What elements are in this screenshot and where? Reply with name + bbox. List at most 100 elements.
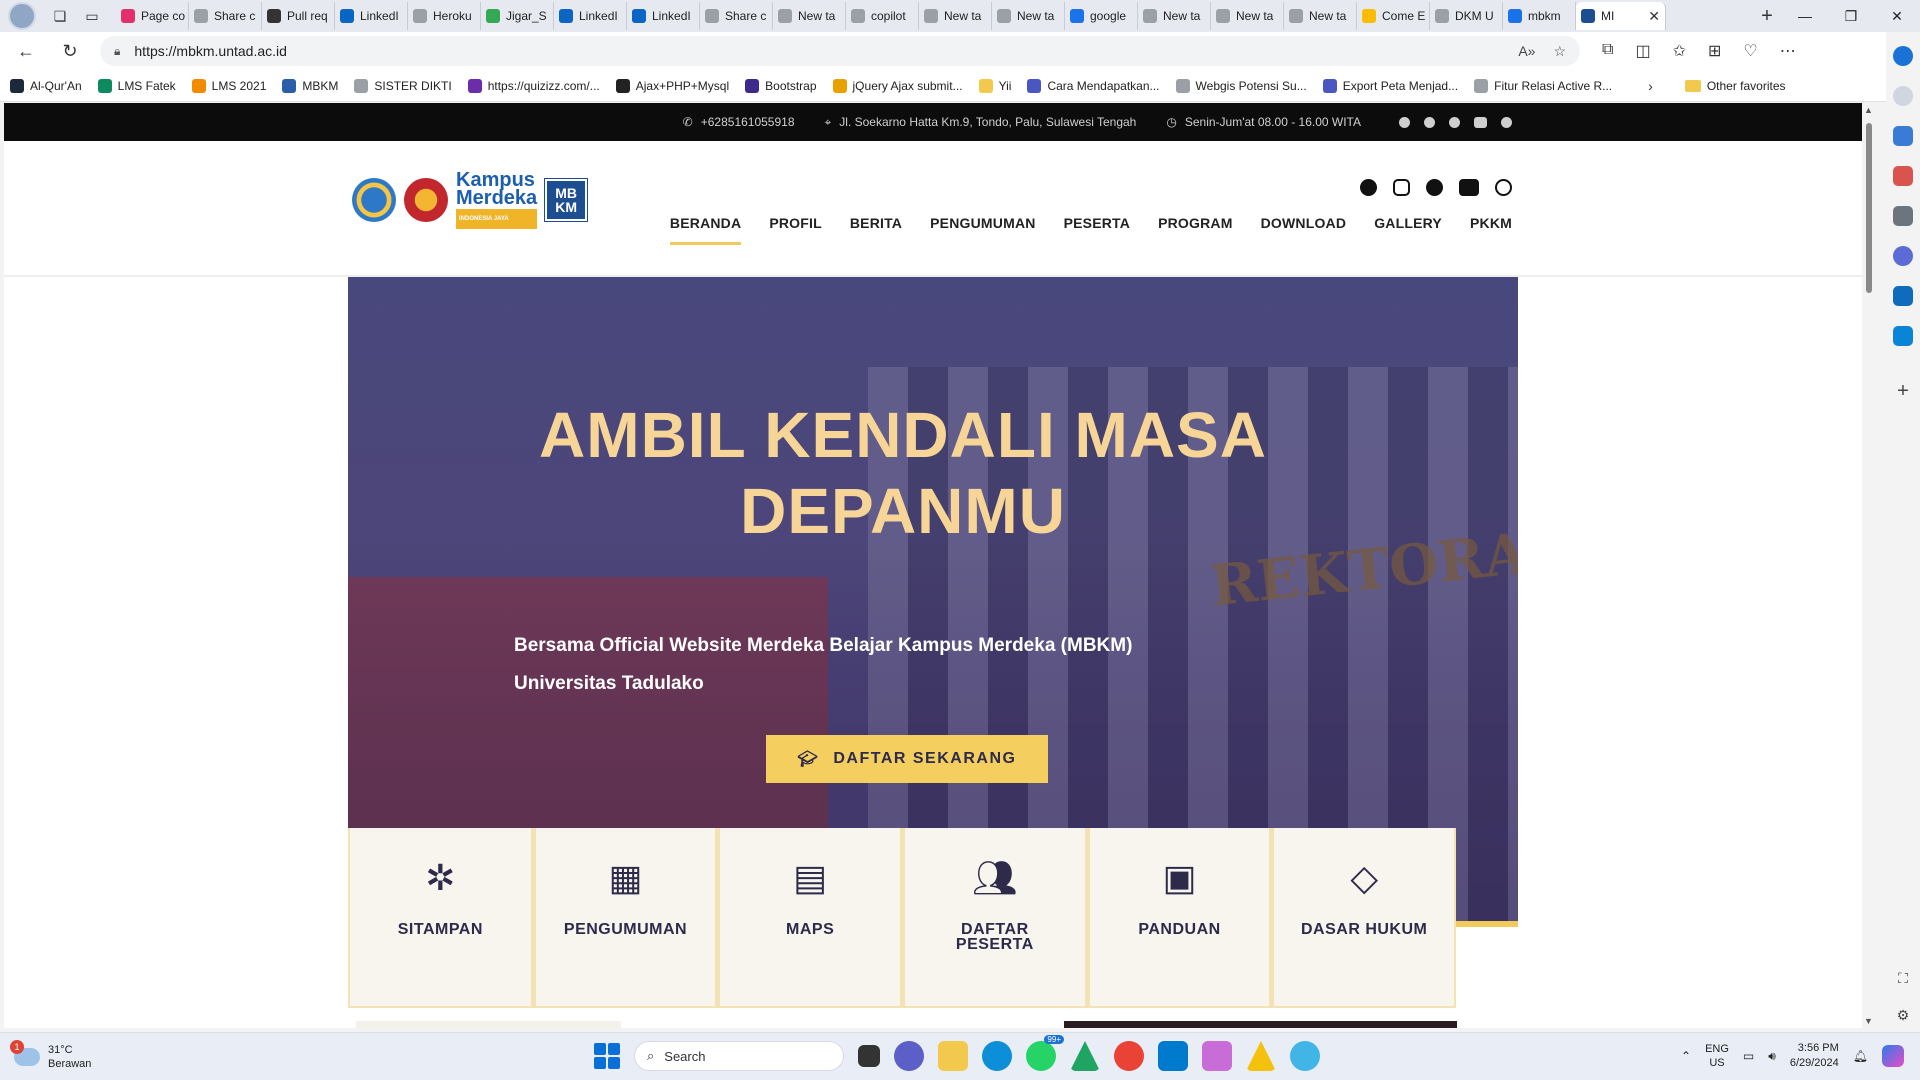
- extensions-icon[interactable]: ⧉: [1602, 41, 1613, 61]
- language-indicator[interactable]: ENG US: [1705, 1042, 1729, 1070]
- nav-item-berita[interactable]: BERITA: [850, 215, 902, 245]
- bookmark-item[interactable]: Ajax+PHP+Mysql: [615, 78, 729, 93]
- copilot-icon[interactable]: [1893, 46, 1913, 66]
- outlook-icon[interactable]: [1893, 286, 1913, 306]
- bookmark-item[interactable]: Export Peta Menjad...: [1322, 78, 1458, 93]
- bookmark-item[interactable]: LMS 2021: [191, 78, 266, 93]
- close-window-button[interactable]: ✕: [1874, 0, 1920, 32]
- bookmark-item[interactable]: Cara Mendapatkan...: [1027, 78, 1160, 93]
- tools-icon[interactable]: [1893, 166, 1913, 186]
- nav-item-pengumuman[interactable]: PENGUMUMAN: [930, 215, 1035, 245]
- google-plus-icon[interactable]: [1426, 179, 1443, 196]
- scroll-down-arrow-icon[interactable]: ▼: [1864, 1016, 1873, 1026]
- browser-tab[interactable]: New ta: [773, 2, 846, 30]
- figma-icon[interactable]: [1202, 1041, 1232, 1071]
- chrome-icon[interactable]: [1114, 1041, 1144, 1071]
- browser-tab[interactable]: Pull req: [262, 2, 335, 30]
- copilot-tray-icon[interactable]: [1882, 1045, 1904, 1067]
- browser-tab[interactable]: google: [1065, 2, 1138, 30]
- vscode-icon[interactable]: [1158, 1041, 1188, 1071]
- bookmark-item[interactable]: https://quizizz.com/...: [467, 78, 600, 93]
- address-field[interactable]: 🔒︎ https://mbkm.untad.ac.id A» ☆: [100, 36, 1580, 66]
- scrollbar-thumb[interactable]: [1866, 123, 1872, 293]
- bookmark-item[interactable]: Al-Qur'An: [10, 78, 82, 93]
- browser-tab[interactable]: New ta: [1211, 2, 1284, 30]
- network-icon[interactable]: ▭: [1743, 1049, 1754, 1063]
- back-button[interactable]: ←: [8, 35, 44, 67]
- read-aloud-icon[interactable]: A»: [1518, 43, 1535, 60]
- favorites-icon[interactable]: ✩: [1673, 41, 1686, 61]
- browser-tab[interactable]: Jigar_S: [481, 2, 554, 30]
- page-scrollbar[interactable]: ▲ ▼: [1862, 103, 1876, 1028]
- youtube-icon[interactable]: [1459, 179, 1479, 196]
- nav-item-program[interactable]: PROGRAM: [1158, 215, 1233, 245]
- bookmark-item[interactable]: Yii: [978, 78, 1011, 93]
- facebook-icon[interactable]: [1360, 179, 1377, 196]
- browser-tab[interactable]: copilot: [846, 2, 919, 30]
- feature-card-maps[interactable]: ▤ MAPS: [717, 828, 903, 1008]
- taskbar-search[interactable]: ⌕ Search: [634, 1041, 844, 1071]
- feature-card-daftar-peserta[interactable]: 👥︎ DAFTAR PESERTA: [902, 828, 1087, 1008]
- telegram-icon[interactable]: [1893, 326, 1913, 346]
- microsoft365-icon[interactable]: [1893, 246, 1913, 266]
- nav-item-profil[interactable]: PROFIL: [769, 215, 822, 245]
- browser-tab[interactable]: New ta: [1284, 2, 1357, 30]
- instagram-icon[interactable]: [1393, 179, 1410, 196]
- warning-app-icon[interactable]: [1246, 1041, 1276, 1071]
- bookmarks-overflow-chevron-icon[interactable]: ›: [1648, 78, 1653, 94]
- browser-tab[interactable]: Page co: [116, 2, 189, 30]
- whatsapp-icon[interactable]: [1501, 116, 1512, 128]
- google-plus-icon[interactable]: [1449, 116, 1460, 128]
- favorite-star-icon[interactable]: ☆: [1553, 43, 1566, 60]
- browser-tab[interactable]: Share c: [700, 2, 773, 30]
- tab-actions-icon[interactable]: ▭: [80, 4, 104, 28]
- bookmark-item[interactable]: Bootstrap: [745, 78, 817, 93]
- more-menu-icon[interactable]: ⋯: [1780, 41, 1796, 61]
- file-explorer-icon[interactable]: [938, 1041, 968, 1071]
- bookmark-item[interactable]: Fitur Relasi Active R...: [1474, 78, 1612, 93]
- browser-tab[interactable]: LinkedI: [627, 2, 700, 30]
- browser-tab[interactable]: DKM U: [1430, 2, 1503, 30]
- feature-card-dasar-hukum[interactable]: ◇ DASAR HUKUM: [1271, 828, 1457, 1008]
- edge-icon[interactable]: [982, 1041, 1012, 1071]
- nav-item-pkkm[interactable]: PKKM: [1470, 215, 1512, 245]
- browser-essentials-icon[interactable]: ♡: [1743, 41, 1757, 61]
- whatsapp-app-icon[interactable]: 99+: [1026, 1035, 1064, 1071]
- browser-tab[interactable]: Come E: [1357, 2, 1430, 30]
- bookmark-item[interactable]: SISTER DIKTI: [354, 78, 452, 93]
- whatsapp-icon[interactable]: [1495, 179, 1512, 196]
- add-sidebar-app-icon[interactable]: +: [1897, 380, 1909, 403]
- task-view-icon[interactable]: [858, 1045, 880, 1067]
- other-favorites-folder[interactable]: Other favorites: [1684, 79, 1786, 93]
- google-drive-icon[interactable]: [1070, 1041, 1100, 1071]
- tray-overflow-chevron-icon[interactable]: ⌃: [1681, 1049, 1691, 1063]
- nav-item-gallery[interactable]: GALLERY: [1374, 215, 1442, 245]
- bookmark-item[interactable]: Webgis Potensi Su...: [1175, 78, 1307, 93]
- minimize-button[interactable]: —: [1782, 0, 1828, 32]
- register-now-button[interactable]: 🎓︎ DAFTAR SEKARANG: [766, 735, 1048, 783]
- bookmark-item[interactable]: jQuery Ajax submit...: [832, 78, 963, 93]
- refresh-button[interactable]: ↻: [52, 35, 88, 67]
- browser-tab[interactable]: LinkedI: [554, 2, 627, 30]
- browser-tab[interactable]: Heroku: [408, 2, 481, 30]
- nav-item-peserta[interactable]: PESERTA: [1064, 215, 1131, 245]
- bookmark-item[interactable]: MBKM: [282, 78, 338, 93]
- close-tab-icon[interactable]: ✕: [1648, 8, 1660, 25]
- notification-bell-icon[interactable]: 🔔︎: [1853, 1049, 1868, 1063]
- youtube-icon[interactable]: [1474, 116, 1487, 128]
- browser-tab[interactable]: New ta: [919, 2, 992, 30]
- feature-card-panduan[interactable]: ▣ PANDUAN: [1086, 828, 1272, 1008]
- browser-tab[interactable]: mbkm: [1503, 2, 1576, 30]
- weather-widget[interactable]: 1 31°C Berawan: [10, 1039, 91, 1071]
- browser-tab[interactable]: Share c: [189, 2, 262, 30]
- collections-icon[interactable]: ⊞: [1708, 41, 1721, 61]
- screenshot-icon[interactable]: ⛶: [1898, 970, 1908, 987]
- sidebar-settings-icon[interactable]: ⚙: [1897, 1007, 1910, 1024]
- bookmark-item[interactable]: LMS Fatek: [97, 78, 176, 93]
- feature-card-sitampan[interactable]: ✲ SITAMPAN: [348, 828, 533, 1008]
- app-icon[interactable]: [1290, 1041, 1320, 1071]
- feature-card-pengumuman[interactable]: ▦ PENGUMUMAN: [532, 828, 718, 1008]
- browser-tab-active[interactable]: MI ✕: [1576, 2, 1666, 30]
- teams-icon[interactable]: [894, 1041, 924, 1071]
- volume-icon[interactable]: 🔊︎: [1768, 1049, 1776, 1064]
